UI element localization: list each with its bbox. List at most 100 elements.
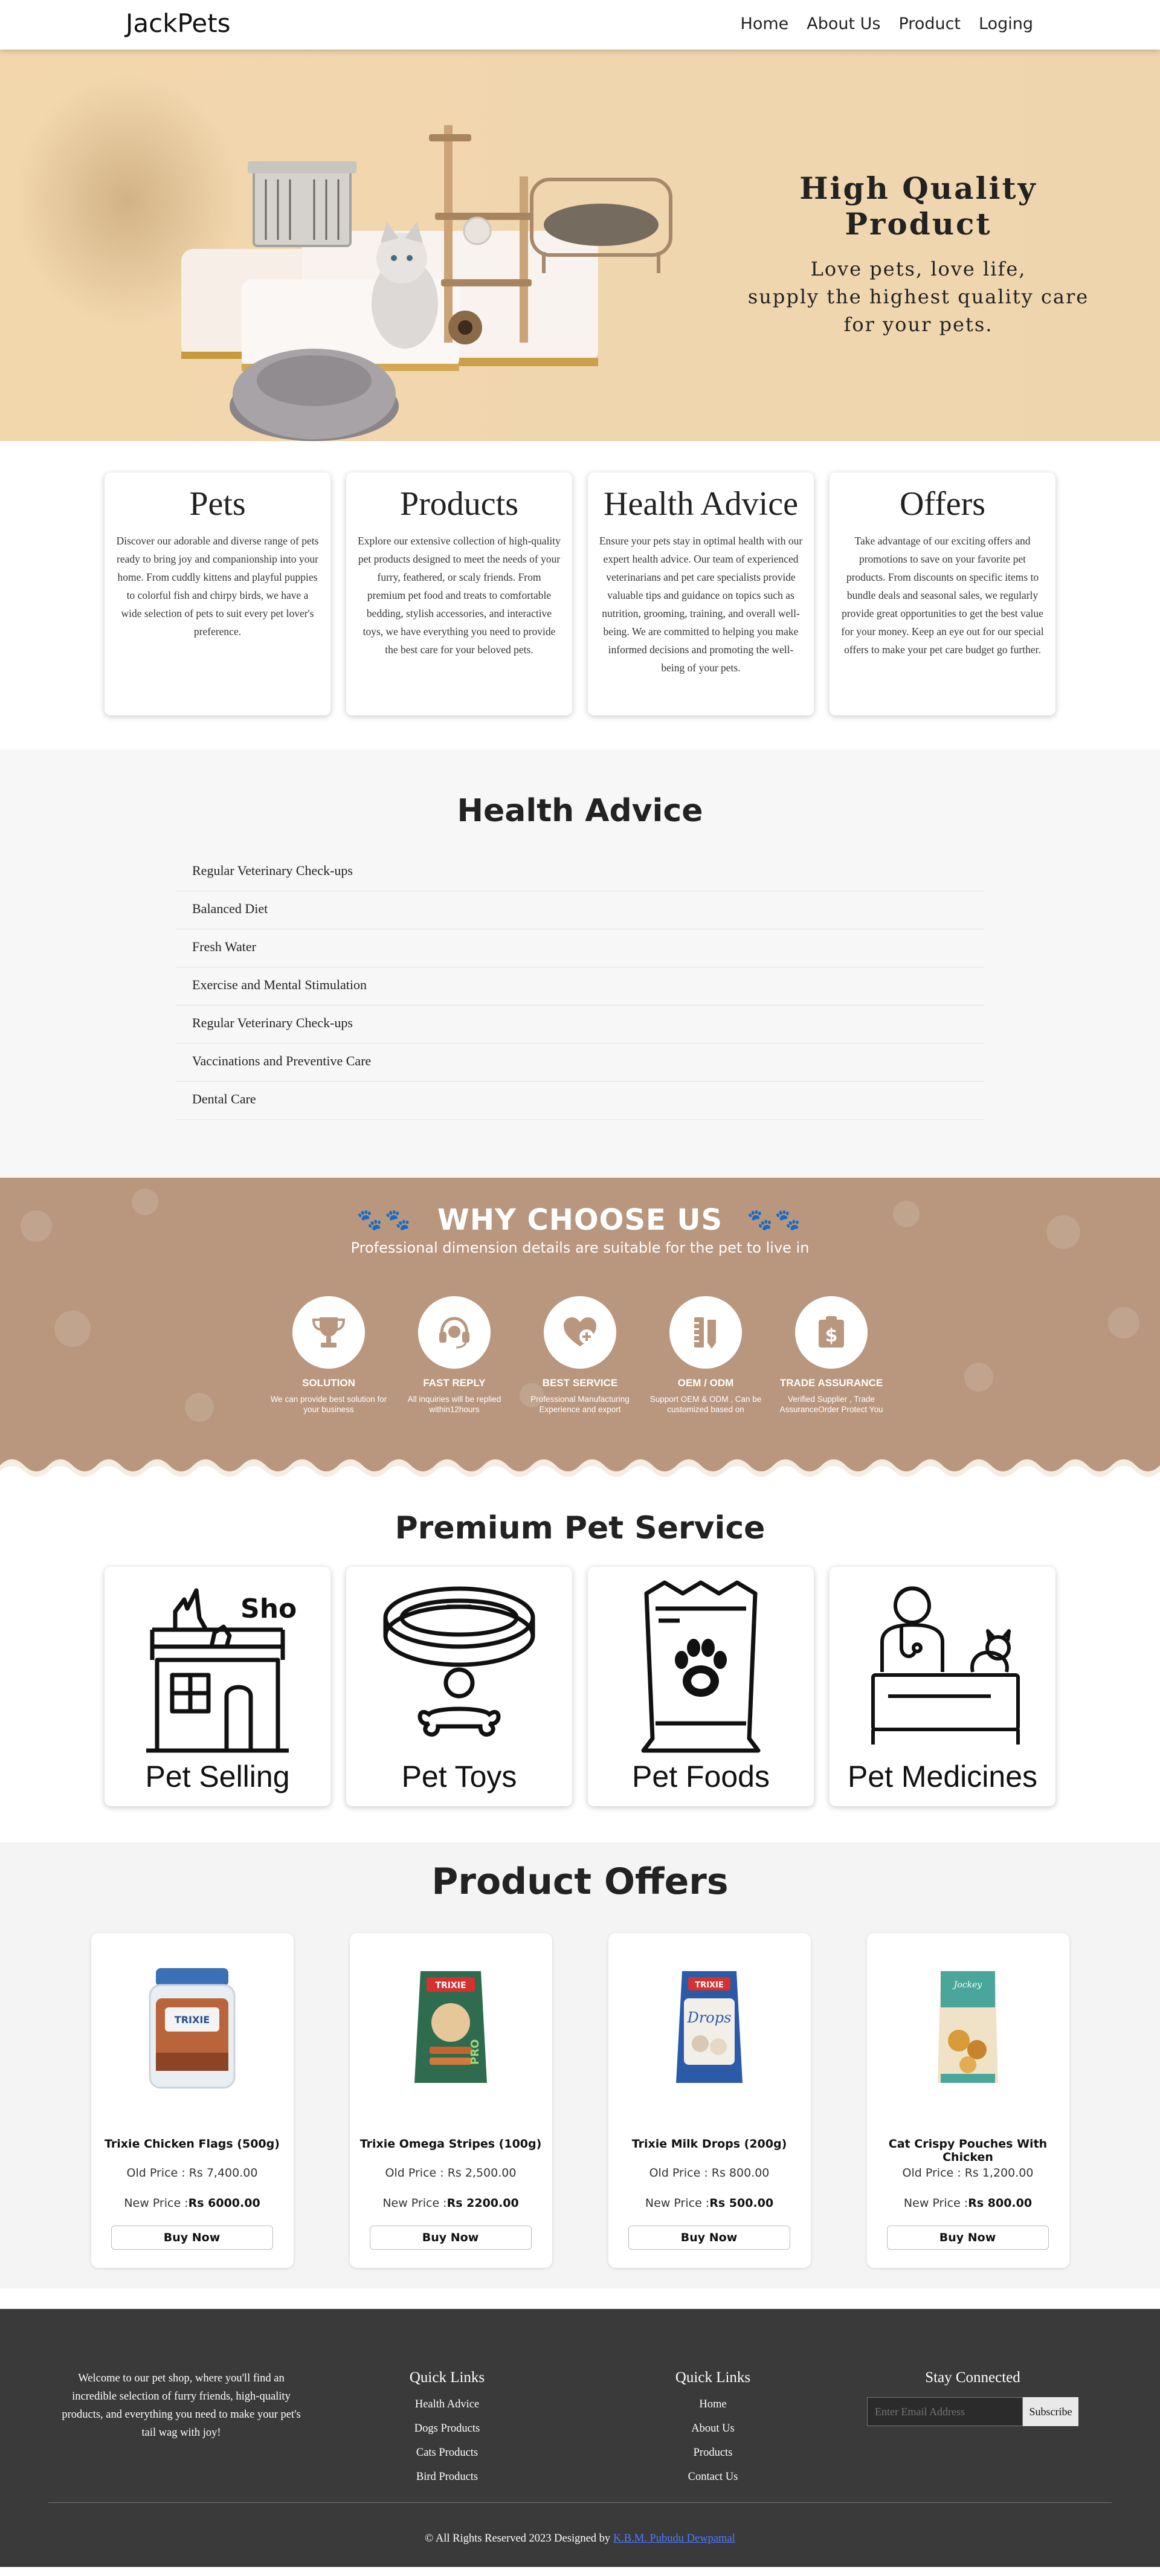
why-item-trade-assurance: $ TRADE ASSURANCE Verified Supplier , Tr… xyxy=(779,1296,883,1415)
ruler-pencil-icon xyxy=(669,1296,742,1369)
footer-link-contact-us[interactable]: Contact Us xyxy=(640,2465,785,2489)
svg-text:$: $ xyxy=(825,1325,838,1346)
why-item-solution: SOLUTION We can provide best solution fo… xyxy=(271,1296,387,1415)
intro-card-offers: Offers Take advantage of our exciting of… xyxy=(830,473,1055,715)
nav-home[interactable]: Home xyxy=(741,15,789,33)
footer-link-health-advice[interactable]: Health Advice xyxy=(375,2392,520,2416)
buy-now-button[interactable]: Buy Now xyxy=(886,2226,1049,2250)
product-old-price: Old Price : Rs 2,500.00 xyxy=(350,2166,552,2180)
shop-sign-label: Shop xyxy=(240,1593,296,1624)
service-card-pet-foods[interactable]: Pet Foods xyxy=(588,1567,814,1806)
intro-card-text: Ensure your pets stay in optimal health … xyxy=(599,535,803,674)
intro-section: Pets Discover our adorable and diverse r… xyxy=(0,441,1160,749)
footer-link-home[interactable]: Home xyxy=(640,2392,785,2416)
buy-now-button[interactable]: Buy Now xyxy=(369,2226,532,2250)
new-price-value: Rs 800.00 xyxy=(968,2197,1033,2210)
pack-pro-label: PRO xyxy=(469,2039,482,2065)
pack-brand-label: TRIXIE xyxy=(435,1981,466,1990)
why-item-title: TRADE ASSURANCE xyxy=(779,1377,883,1389)
pet-food-bag-icon xyxy=(641,1580,761,1753)
why-items-row: SOLUTION We can provide best solution fo… xyxy=(0,1296,1160,1415)
hero-line-1: Love pets, love life, xyxy=(810,257,1026,280)
intro-card-text: Explore our extensive collection of high… xyxy=(358,535,561,656)
footer-about-text: Welcome to our pet shop, where you'll fi… xyxy=(62,2372,301,2439)
why-choose-us-section: 🐾🐾 WHY CHOOSE US 🐾🐾 Professional dimensi… xyxy=(0,1178,1160,1477)
product-old-price: Old Price : Rs 800.00 xyxy=(608,2166,811,2180)
old-price-label: Old Price : xyxy=(385,2166,448,2180)
footer-column-title: Quick Links xyxy=(675,2369,751,2386)
old-price-value: Rs 800.00 xyxy=(711,2166,770,2180)
intro-card-title: Offers xyxy=(899,485,986,523)
footer-link-bird-products[interactable]: Bird Products xyxy=(375,2465,520,2489)
why-item-text: Professional Manufacturing Experience an… xyxy=(530,1395,630,1414)
copyright-label: © All Rights Reserved 2023 Designed by xyxy=(425,2532,613,2545)
new-price-value: Rs 500.00 xyxy=(709,2197,774,2210)
hero-line-3: for your pets. xyxy=(843,313,993,336)
product-card: TRIXIE Drops Trixie Milk Drops (200g) Ol… xyxy=(608,1933,811,2268)
subscribe-form: Subscribe xyxy=(846,2397,1100,2426)
nav-links: Home About Us Product Loging xyxy=(741,15,1033,33)
intro-card-products: Products Explore our extensive collectio… xyxy=(346,473,572,715)
brand-logo[interactable]: JackPets xyxy=(126,8,231,38)
nav-about-us[interactable]: About Us xyxy=(807,15,880,33)
hero-title: High Quality Product xyxy=(799,170,1037,242)
product-image-milk-drops: TRIXIE Drops xyxy=(675,1971,743,2083)
new-price-label: New Price : xyxy=(903,2197,968,2210)
why-item-text: Support OEM & ODM , Can be customized ba… xyxy=(649,1395,762,1414)
product-card: Jockey Cat Crispy Pouches With Chicken O… xyxy=(866,1933,1069,2268)
why-title: WHY CHOOSE US xyxy=(437,1203,723,1237)
intro-card-title: Products xyxy=(400,485,518,523)
hero-pet-furniture-image xyxy=(181,125,672,441)
product-offers-section: Product Offers TRIXIE Trixie Chicken Fla… xyxy=(0,1842,1160,2288)
paw-icon: 🐾🐾 xyxy=(356,1209,413,1232)
product-new-price: New Price :Rs 500.00 xyxy=(608,2197,811,2210)
footer-link-about-us[interactable]: About Us xyxy=(640,2416,785,2441)
intro-cards-row: Pets Discover our adorable and diverse r… xyxy=(0,473,1160,715)
why-item-text: All inquiries will be replied within12ho… xyxy=(407,1395,501,1414)
hero-text-block: High Quality Product Love pets, love lif… xyxy=(737,170,1100,338)
product-name: Cat Crispy Pouches With Chicken xyxy=(888,2137,1048,2164)
nav-login[interactable]: Loging xyxy=(979,15,1033,33)
service-card-label: Pet Selling xyxy=(145,1760,290,1793)
old-price-label: Old Price : xyxy=(649,2166,712,2180)
new-price-value: Rs 2200.00 xyxy=(446,2197,519,2210)
service-card-pet-toys[interactable]: Pet Toys xyxy=(346,1567,572,1806)
product-old-price: Old Price : Rs 7,400.00 xyxy=(91,2166,294,2180)
subscribe-button[interactable]: Subscribe xyxy=(1023,2397,1078,2426)
footer-link-products[interactable]: Products xyxy=(640,2441,785,2465)
buy-now-button[interactable]: Buy Now xyxy=(628,2226,790,2250)
offer-cards-row: TRIXIE Trixie Chicken Flags (500g) Old P… xyxy=(0,1933,1160,2268)
health-advice-title: Health Advice xyxy=(457,793,703,829)
list-item: Balanced Diet xyxy=(175,891,985,929)
email-field[interactable] xyxy=(867,2397,1023,2426)
product-new-price: New Price :Rs 2200.00 xyxy=(350,2197,552,2210)
footer-quick-links-2: Quick Links Home About Us Products Conta… xyxy=(640,2369,785,2489)
designer-link[interactable]: K.B.M. Pubudu Dewpamal xyxy=(613,2532,735,2545)
new-price-label: New Price : xyxy=(124,2197,188,2210)
intro-card-pets: Pets Discover our adorable and diverse r… xyxy=(105,473,330,715)
hero-line-2: supply the highest quality care xyxy=(747,285,1089,308)
list-item: Vaccinations and Preventive Care xyxy=(175,1044,985,1082)
product-new-price: New Price :Rs 6000.00 xyxy=(91,2197,294,2210)
buy-now-button[interactable]: Buy Now xyxy=(111,2226,273,2250)
service-card-pet-medicines[interactable]: Pet Medicines xyxy=(830,1567,1055,1806)
why-subtitle: Professional dimension details are suita… xyxy=(350,1239,810,1256)
offers-title: Product Offers xyxy=(431,1861,729,1903)
nav-product[interactable]: Product xyxy=(899,15,961,33)
pet-collar-icon xyxy=(383,1586,535,1737)
intro-card-text: Discover our adorable and diverse range … xyxy=(116,535,319,638)
pet-shop-icon: Shop xyxy=(146,1588,296,1753)
new-price-label: New Price : xyxy=(645,2197,710,2210)
footer-link-cats-products[interactable]: Cats Products xyxy=(375,2441,520,2465)
navbar: JackPets Home About Us Product Loging xyxy=(0,0,1160,50)
service-card-pet-selling[interactable]: Shop Pet Selling xyxy=(105,1567,330,1806)
old-price-value: Rs 7,400.00 xyxy=(188,2166,258,2180)
why-item-best-service: BEST SERVICE Professional Manufacturing … xyxy=(530,1296,630,1415)
wave-divider xyxy=(0,1459,1160,1477)
why-item-title: SOLUTION xyxy=(302,1377,355,1389)
why-item-fast-reply: FAST REPLY All inquiries will be replied… xyxy=(408,1296,501,1415)
footer-column-title: Quick Links xyxy=(409,2369,485,2386)
footer-link-dogs-products[interactable]: Dogs Products xyxy=(375,2416,520,2441)
heart-plus-icon xyxy=(544,1296,616,1369)
service-card-label: Pet Medicines xyxy=(847,1760,1038,1793)
